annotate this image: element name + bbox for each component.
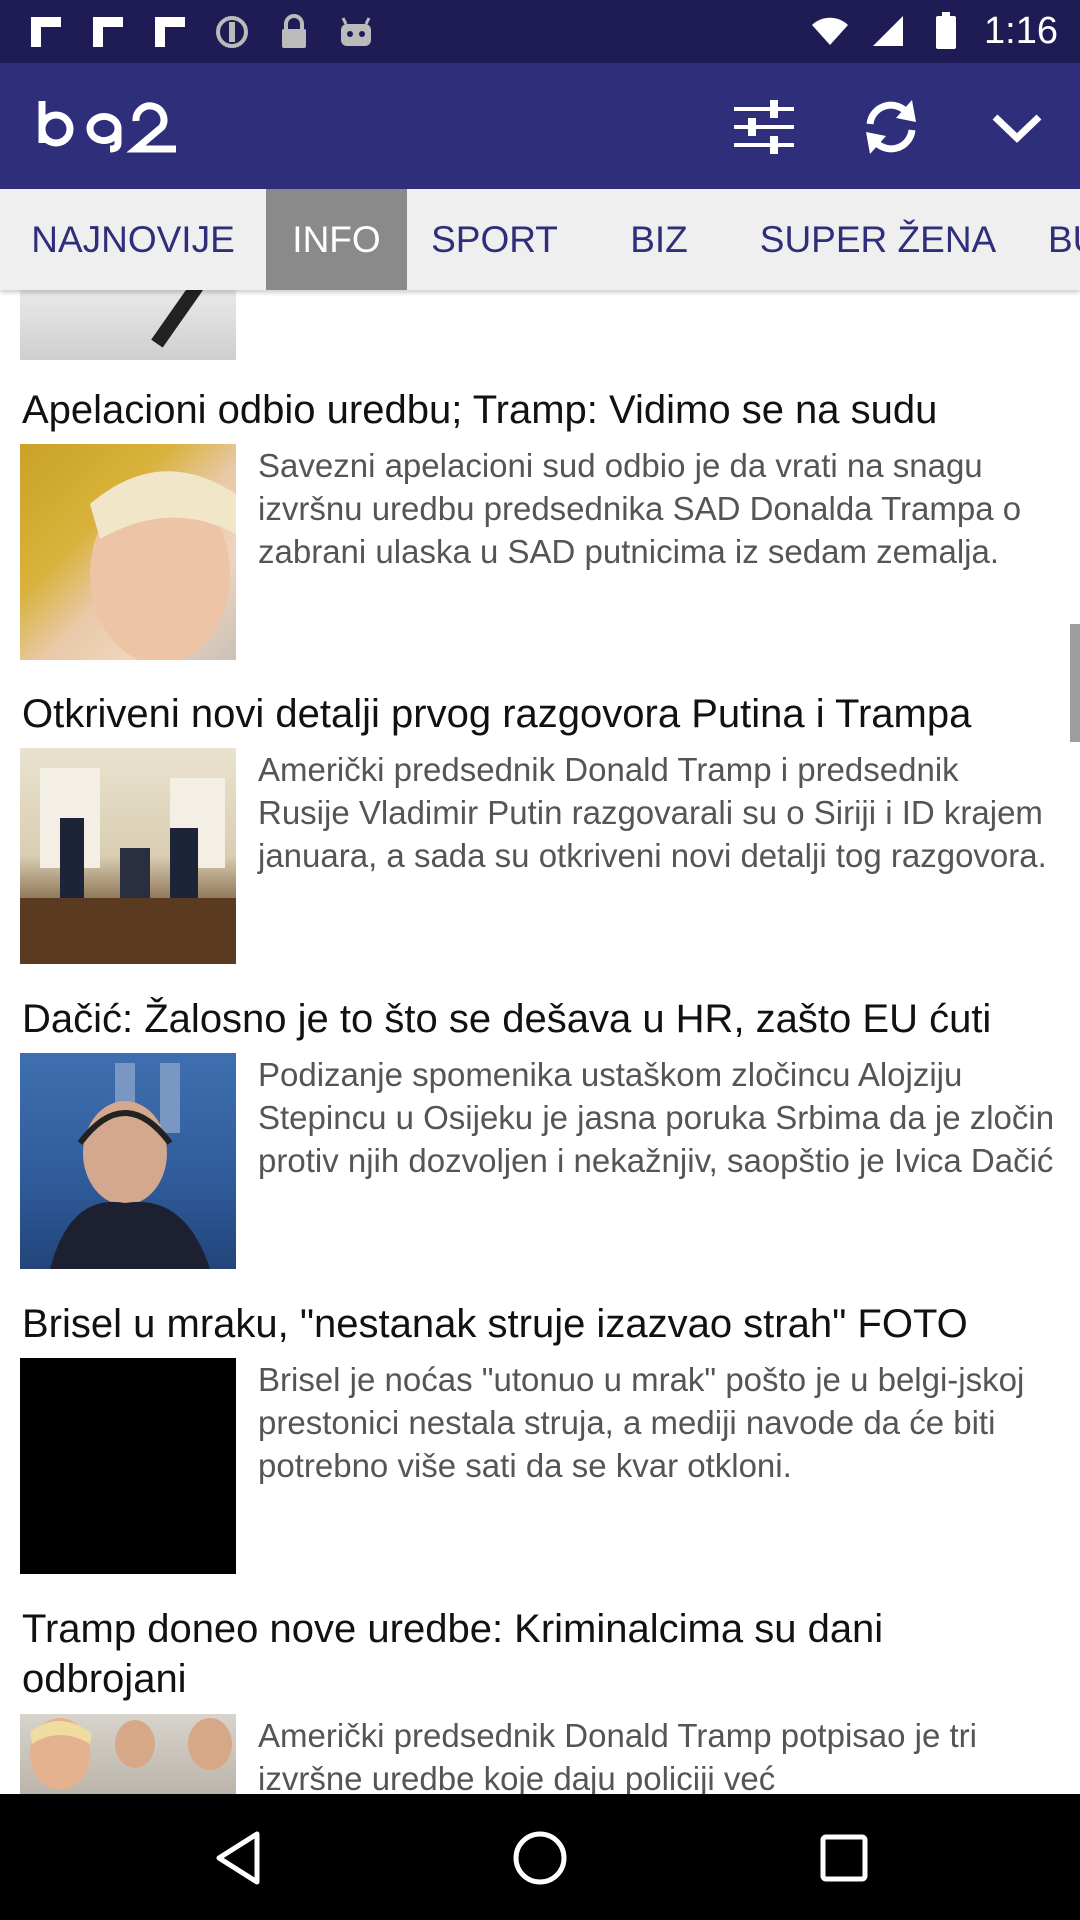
article-headline[interactable]: Dačić: Žalosno je to što se dešava u HR,… [22,994,1052,1044]
battery-icon [926,9,966,53]
article-thumbnail[interactable] [20,444,236,660]
status-bar: 1:16 [0,0,1080,63]
flipboard-icon [26,10,66,54]
article-summary: Brisel je noćas "utonuo u mrak" pošto je… [258,1361,1025,1484]
tab-super-zena[interactable]: SUPER ŽENA [736,189,1020,290]
article-item[interactable]: Tramp doneo nove uredbe: Kriminalcima su… [0,1604,1080,1794]
tab-sport[interactable]: SPORT [407,189,582,290]
lock-icon [274,10,314,54]
article-thumbnail[interactable] [20,290,236,360]
category-tabs: NAJNOVIJE INFO SPORT BIZ SUPER ŽENA BU [0,189,1080,290]
article-headline[interactable]: Apelacioni odbio uredbu; Tramp: Vidimo s… [22,385,1052,435]
scroll-indicator[interactable] [1070,624,1080,742]
article-item[interactable]: Brisel u mraku, "nestanak struje izazvao… [0,1299,1080,1599]
article-thumbnail[interactable] [20,1358,236,1574]
article-headline[interactable]: Tramp doneo nove uredbe: Kriminalcima su… [22,1604,1052,1704]
status-clock: 1:16 [984,10,1058,52]
filter-sliders-icon[interactable] [728,91,800,163]
android-icon [336,10,376,54]
article-summary: Savezni apelacioni sud odbio je da vrati… [258,447,1022,570]
article-list[interactable]: Apelacioni odbio uredbu; Tramp: Vidimo s… [0,290,1080,1794]
flipboard-icon [88,10,128,54]
wifi-icon [810,9,850,53]
article-thumbnail[interactable] [20,1053,236,1269]
tab-biz[interactable]: BIZ [582,189,736,290]
article-headline[interactable]: Otkriveni novi detalji prvog razgovora P… [22,689,1052,739]
tab-najnovije[interactable]: NAJNOVIJE [0,189,266,290]
app-bar [0,63,1080,189]
article-item[interactable]: Apelacioni odbio uredbu; Tramp: Vidimo s… [0,385,1080,685]
tab-bu[interactable]: BU [1020,189,1080,290]
flipboard-icon [150,10,190,54]
tab-info[interactable]: INFO [266,189,407,290]
article-item[interactable]: Otkriveni novi detalji prvog razgovora P… [0,689,1080,989]
article-thumbnail[interactable] [20,1714,236,1794]
system-icons: 1:16 [810,8,1058,54]
article-summary: Američki predsednik Donald Tramp i preds… [258,751,1047,874]
notification-icons [26,10,376,54]
article-headline[interactable]: Brisel u mraku, "nestanak struje izazvao… [22,1299,1052,1349]
navigation-bar [0,1794,1080,1920]
do-not-disturb-icon [212,10,252,54]
b92-logo[interactable] [36,99,186,153]
back-icon[interactable] [202,1822,274,1894]
article-summary: Američki predsednik Donald Tramp potpisa… [258,1717,977,1794]
article-item[interactable]: Dačić: Žalosno je to što se dešava u HR,… [0,994,1080,1294]
article-thumbnail[interactable] [20,748,236,964]
refresh-icon[interactable] [855,91,927,163]
recents-icon[interactable] [808,1822,880,1894]
home-icon[interactable] [504,1822,576,1894]
chevron-down-icon[interactable] [981,91,1053,163]
signal-icon [868,9,908,53]
article-summary: Podizanje spomenika ustaškom zločincu Al… [258,1056,1055,1179]
